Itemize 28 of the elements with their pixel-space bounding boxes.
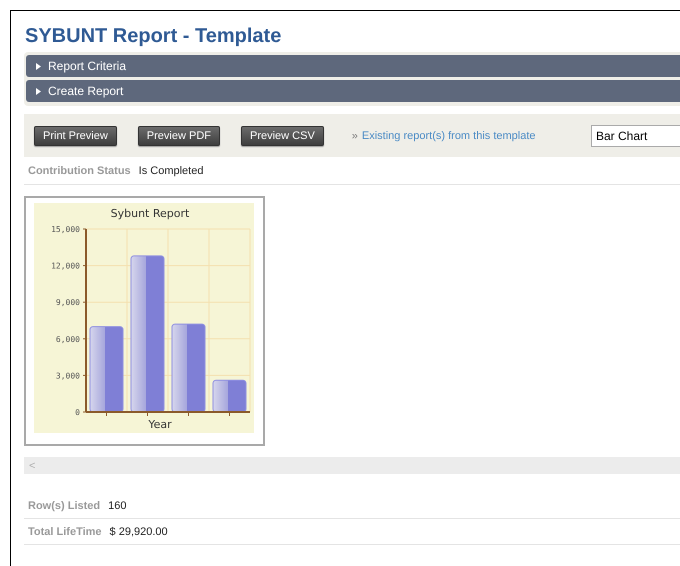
field-value: 160 — [108, 500, 126, 512]
field-value: $ 29,920.00 — [110, 526, 168, 538]
preview-button[interactable]: Print Preview — [34, 126, 117, 146]
preview-button[interactable]: Preview CSV — [240, 126, 324, 146]
caret-icon — [35, 88, 41, 94]
tick-label: 0 — [75, 408, 80, 417]
tick-label: 9,000 — [56, 298, 80, 308]
tick-label: 6,000 — [56, 334, 80, 344]
section-label: Create Report — [48, 84, 124, 98]
field-value: Is Completed — [138, 164, 204, 176]
section-header[interactable]: Create Report — [26, 80, 680, 102]
page-title: SYBUNT Report - Template — [25, 25, 282, 48]
caret-icon — [35, 62, 41, 70]
x-axis-label: Year — [148, 418, 172, 431]
section-header[interactable]: Report Criteria — [26, 55, 680, 77]
field-label: Contribution Status — [28, 164, 131, 176]
link-marker: » — [352, 130, 358, 142]
field-label: Total LifeTime — [28, 526, 102, 538]
chart-type-select[interactable]: Bar Chart — [591, 124, 680, 146]
preview-button[interactable]: Preview PDF — [138, 126, 220, 146]
chart-title: Sybunt Report — [110, 207, 190, 220]
tick-label: 15,000 — [51, 225, 80, 234]
tick-label: 3,000 — [56, 371, 80, 380]
section-label: Report Criteria — [48, 59, 126, 73]
bar — [212, 380, 246, 412]
tick-label: 12,000 — [51, 262, 80, 271]
field-label: Row(s) Listed — [28, 500, 100, 512]
existing-reports-link[interactable]: Existing report(s) from this template — [362, 130, 536, 142]
